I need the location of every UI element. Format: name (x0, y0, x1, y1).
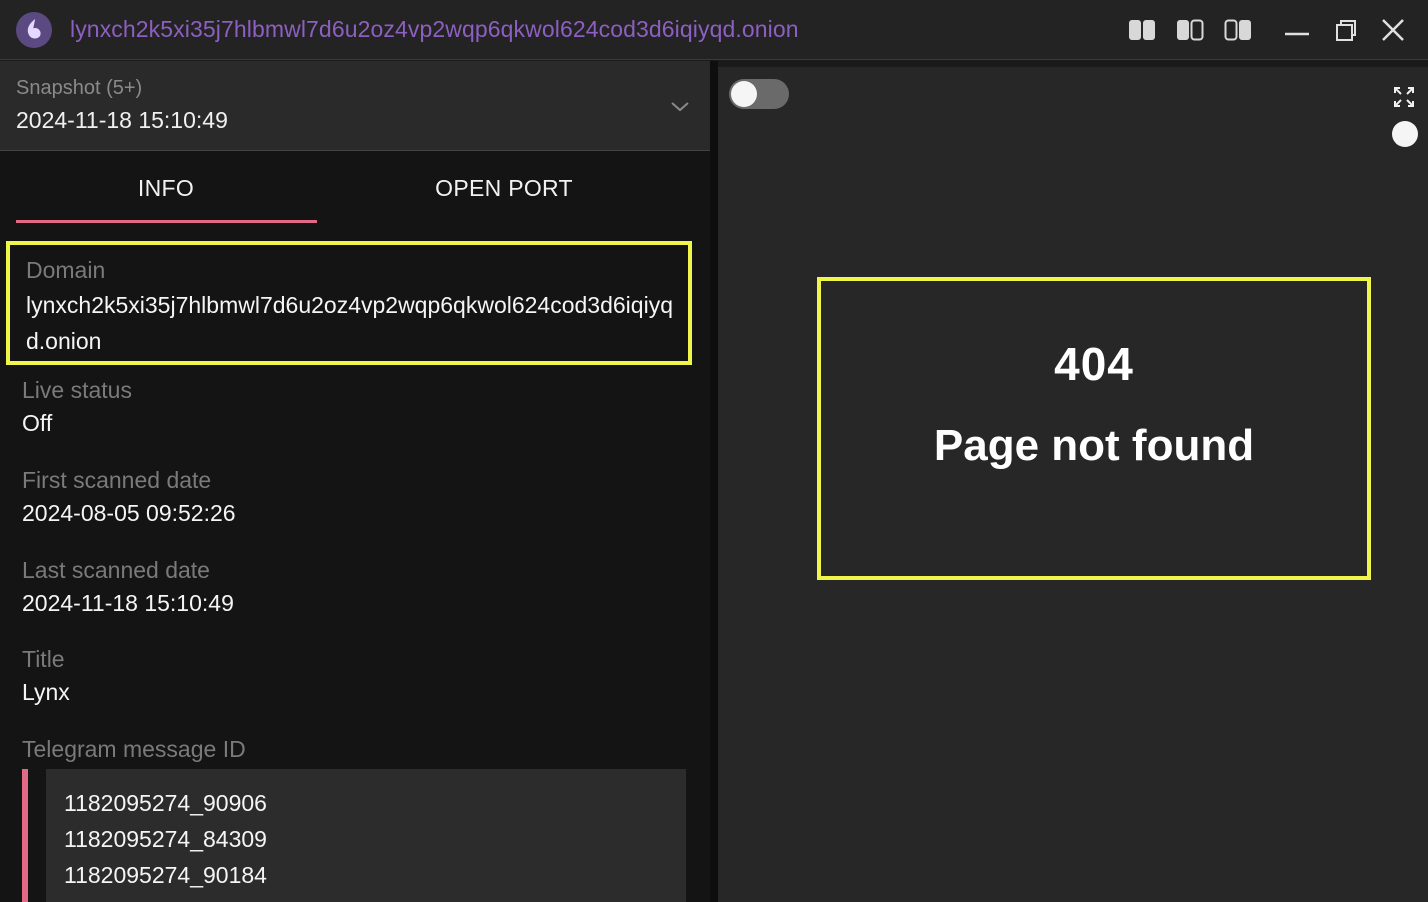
snapshot-label: Snapshot (5+) (16, 77, 143, 99)
live-status-field: Live status Off (22, 375, 132, 441)
title-value: Lynx (22, 679, 70, 705)
layout-right-icon[interactable] (1220, 12, 1256, 48)
domain-label: Domain (26, 257, 106, 283)
telegram-list-box[interactable]: 1182095274_90906 1182095274_84309 118209… (46, 769, 686, 902)
domain-value: lynxch2k5xi35j7hlbmwl7d6u2oz4vp2wqp6qkwo… (26, 292, 673, 354)
minimize-icon[interactable] (1279, 12, 1315, 48)
first-scanned-field: First scanned date 2024-08-05 09:52:26 (22, 465, 236, 531)
app-logo-icon (16, 12, 52, 48)
list-item: 1182095274_85284 (64, 893, 668, 902)
list-item: 1182095274_84309 (64, 826, 267, 852)
page-preview: 404 Page not found (817, 277, 1371, 580)
restore-icon[interactable] (1328, 12, 1364, 48)
pane-divider[interactable] (710, 61, 718, 902)
tab-info[interactable]: INFO (16, 152, 316, 224)
fullscreen-icon[interactable] (1392, 85, 1416, 109)
last-scanned-field: Last scanned date 2024-11-18 15:10:49 (22, 555, 234, 621)
telegram-list: 1182095274_90906 1182095274_84309 118209… (22, 769, 686, 902)
domain-field: Domain lynxch2k5xi35j7hlbmwl7d6u2oz4vp2w… (6, 241, 692, 365)
last-scanned-value: 2024-11-18 15:10:49 (22, 590, 234, 616)
preview-toggle[interactable] (729, 79, 789, 109)
first-scanned-label: First scanned date (22, 467, 212, 493)
error-code: 404 (1054, 338, 1134, 390)
tab-bar: INFO OPEN PORT (0, 152, 710, 224)
list-item: 1182095274_90184 (64, 862, 267, 888)
list-item: 1182095274_90906 (64, 790, 267, 816)
close-icon[interactable] (1375, 12, 1411, 48)
preview-handle[interactable] (1392, 121, 1418, 147)
live-status-label: Live status (22, 377, 132, 403)
window-title: lynxch2k5xi35j7hlbmwl7d6u2oz4vp2wqp6qkwo… (70, 16, 799, 42)
telegram-accent-bar (22, 769, 28, 902)
first-scanned-value: 2024-08-05 09:52:26 (22, 500, 236, 526)
error-message: Page not found (933, 421, 1255, 470)
layout-split-icon[interactable] (1124, 12, 1160, 48)
info-panel: Snapshot (5+) 2024-11-18 15:10:49 INFO O… (0, 61, 710, 902)
chevron-down-icon[interactable] (668, 95, 692, 119)
layout-left-icon[interactable] (1172, 12, 1208, 48)
tab-open-port[interactable]: OPEN PORT (354, 152, 654, 224)
live-status-value: Off (22, 410, 53, 436)
telegram-field: Telegram message ID (22, 734, 246, 764)
active-tab-indicator (16, 220, 317, 223)
snapshot-select[interactable]: Snapshot (5+) 2024-11-18 15:10:49 (0, 61, 710, 151)
title-field: Title Lynx (22, 644, 70, 710)
toggle-knob (731, 81, 757, 107)
snapshot-value: 2024-11-18 15:10:49 (16, 107, 228, 133)
title-label: Title (22, 646, 65, 672)
telegram-label: Telegram message ID (22, 736, 246, 762)
preview-panel: 404 Page not found (718, 67, 1428, 902)
last-scanned-label: Last scanned date (22, 557, 210, 583)
title-bar: lynxch2k5xi35j7hlbmwl7d6u2oz4vp2wqp6qkwo… (0, 0, 1428, 60)
